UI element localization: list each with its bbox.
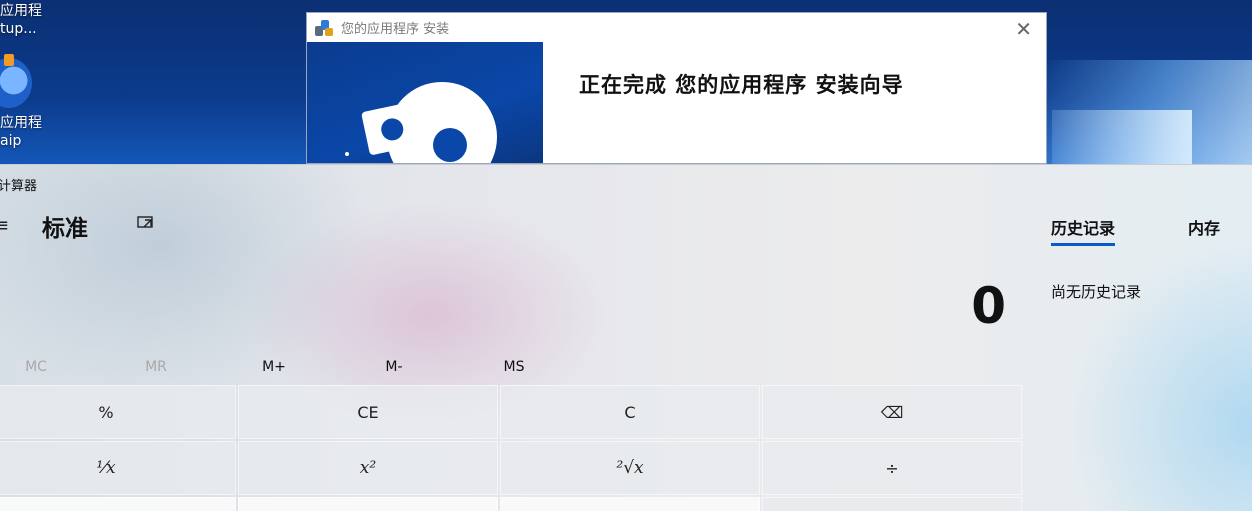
memory-row: MC MR M+ M- MS [0,359,1020,379]
calculator-window: 计算器 ≡ 标准 0 MC MR M+ M- MS % CE C ⌫ ¹⁄x [0,164,1252,511]
percent-label: % [98,402,114,422]
installer-heading: 正在完成 您的应用程序 安装向导 [579,72,904,97]
result-display: 0 [971,277,1006,335]
divide-label: ÷ [885,458,899,478]
close-icon[interactable]: ✕ [1015,17,1032,41]
memory-subtract-button[interactable]: M- [364,359,424,375]
tab-memory[interactable]: 内存 [1188,215,1220,239]
tab-history[interactable]: 历史记录 [1051,215,1116,246]
square-root-label: ²√x [616,458,644,478]
installer-titlebar[interactable]: 您的应用程序 安装 [307,13,1046,42]
menu-icon[interactable]: ≡ [0,215,9,236]
desktop-shortcut-aip[interactable]: 应用程 aip [0,114,42,150]
backspace-icon: ⌫ [880,402,904,422]
square-button[interactable]: x² [238,441,498,495]
mode-title: 标准 [42,216,88,242]
reciprocal-button[interactable]: ¹⁄x [0,441,236,495]
clear-entry-button[interactable]: CE [238,385,498,439]
square-label: x² [359,458,377,478]
square-root-button[interactable]: ²√x [500,441,760,495]
divide-button[interactable]: ÷ [762,441,1022,495]
banner-dot [345,152,349,156]
clear-button[interactable]: C [500,385,760,439]
installer-app-icon [315,19,333,36]
desktop-shortcut-label: 应用程 [0,3,42,19]
calculator-app-title: 计算器 [0,179,38,194]
installer-banner [307,42,543,163]
memory-recall-button[interactable]: MR [126,359,186,375]
keypad-button-row3-1[interactable] [0,497,236,511]
desktop-shortcut-sublabel: aip [0,133,22,149]
clear-label: C [624,402,636,422]
memory-store-button[interactable]: MS [484,359,544,375]
desktop-shortcut-sublabel: tup... [0,21,37,37]
backspace-button[interactable]: ⌫ [762,385,1022,439]
wallpaper-light-beam-2 [1052,110,1192,164]
memory-add-button[interactable]: M+ [244,359,304,375]
reciprocal-label: ¹⁄x [96,458,116,478]
desktop-shortcut-label: 应用程 [0,115,42,131]
clear-entry-label: CE [357,402,379,422]
installer-title: 您的应用程序 安装 [341,22,450,37]
keypad-button-row3-4[interactable] [762,497,1022,511]
keypad-button-row3-2[interactable] [238,497,498,511]
desktop-shortcut-setup[interactable]: 应用程 tup... [0,2,42,38]
keypad-button-row3-3[interactable] [500,497,760,511]
installer-window: 您的应用程序 安装 ✕ 正在完成 您的应用程序 安装向导 [306,12,1047,164]
history-empty-text: 尚无历史记录 [1051,283,1142,301]
setup-disc-icon[interactable] [0,54,32,108]
memory-clear-button[interactable]: MC [6,359,66,375]
keep-on-top-icon[interactable] [136,215,158,231]
percent-button[interactable]: % [0,385,236,439]
